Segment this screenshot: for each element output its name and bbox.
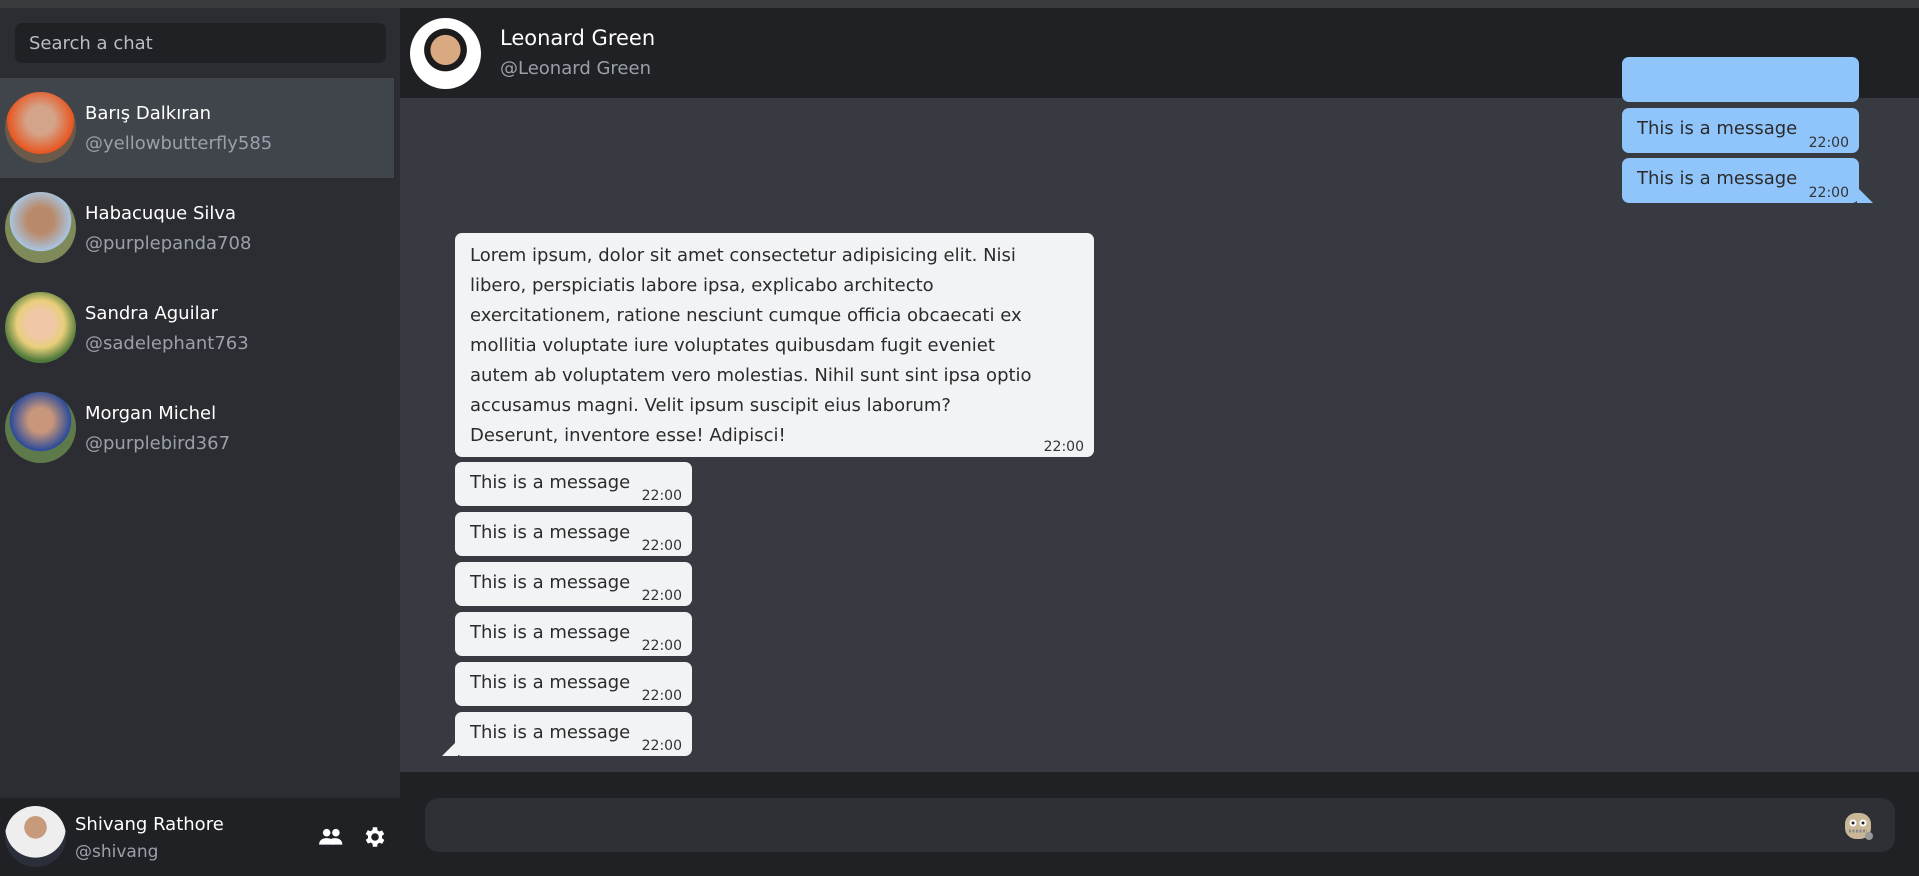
chat-name: Habacuque Silva (85, 203, 237, 224)
chat-list-item[interactable]: Morgan Michel @purplebird367 (0, 378, 394, 478)
message-text: This is a message (470, 722, 631, 743)
avatar (5, 392, 76, 463)
avatar (5, 192, 76, 263)
chat-list-item[interactable]: Sandra Aguilar @sadelephant763 (0, 278, 394, 378)
received-message: This is a message 22:00 (455, 562, 692, 606)
message-time: 22:00 (641, 638, 682, 654)
sent-message: This is a message 22:00 (1622, 108, 1859, 153)
message-time: 22:00 (1043, 439, 1084, 455)
chat-handle: @purplebird367 (85, 433, 231, 454)
message-text: This is a message (470, 522, 631, 543)
avatar (5, 806, 66, 867)
message-input[interactable] (425, 798, 1895, 852)
composer (400, 772, 1919, 876)
chat-list-item[interactable]: Habacuque Silva @purplepanda708 (0, 178, 394, 278)
avatar (5, 92, 76, 163)
current-user-panel: Shivang Rathore @shivang (0, 798, 400, 876)
contact-name: Leonard Green (500, 26, 656, 50)
message-text: This is a message (470, 622, 631, 643)
received-message: This is a message 22:00 (455, 462, 692, 506)
message-text: This is a message (470, 572, 631, 593)
contact-handle: @Leonard Green (500, 58, 651, 79)
message-time: 22:00 (641, 588, 682, 604)
top-strip (0, 0, 1919, 8)
message-time: 22:00 (641, 738, 682, 754)
message-text: This is a message (1637, 168, 1798, 189)
chat-list-item[interactable]: Barış Dalkıran @yellowbutterfly585 (0, 78, 394, 178)
sent-message: This is a message 22:00 (1622, 158, 1859, 203)
message-time: 22:00 (1808, 185, 1849, 201)
friends-icon[interactable] (318, 824, 344, 850)
message-text: This is a message (1637, 118, 1798, 139)
message-time: 22:00 (641, 538, 682, 554)
chat-name: Morgan Michel (85, 403, 217, 424)
current-user-name: Shivang Rathore (75, 814, 224, 835)
bubble-tail (442, 740, 458, 756)
sent-message-partial (1622, 57, 1859, 102)
received-message: This is a message 22:00 (455, 512, 692, 556)
message-time: 22:00 (641, 688, 682, 704)
gear-icon[interactable] (362, 824, 388, 850)
contact-avatar[interactable] (410, 18, 481, 89)
chat-name: Barış Dalkıran (85, 103, 212, 124)
sidebar: Barış Dalkıran @yellowbutterfly585 Habacuq… (0, 8, 400, 798)
chat-handle: @yellowbutterfly585 (85, 133, 273, 154)
current-user-handle: @shivang (75, 842, 159, 862)
received-message: This is a message 22:00 (455, 712, 692, 756)
message-text: This is a message (470, 472, 631, 493)
chat-handle: @purplepanda708 (85, 233, 252, 254)
chat-handle: @sadelephant763 (85, 333, 249, 354)
chat-name: Sandra Aguilar (85, 303, 219, 324)
received-message: This is a message 22:00 (455, 612, 692, 656)
message-time: 22:00 (1808, 135, 1849, 151)
bubble-tail (1857, 187, 1873, 203)
message-text: This is a message (470, 672, 631, 693)
avatar (5, 292, 76, 363)
message-time: 22:00 (641, 488, 682, 504)
message-text: Lorem ipsum, dolor sit amet consectetur … (470, 245, 1032, 446)
search-input[interactable] (15, 23, 386, 63)
received-message: Lorem ipsum, dolor sit amet consectetur … (455, 233, 1094, 457)
zipper-mouth-face-icon[interactable] (1844, 812, 1874, 842)
received-message: This is a message 22:00 (455, 662, 692, 706)
